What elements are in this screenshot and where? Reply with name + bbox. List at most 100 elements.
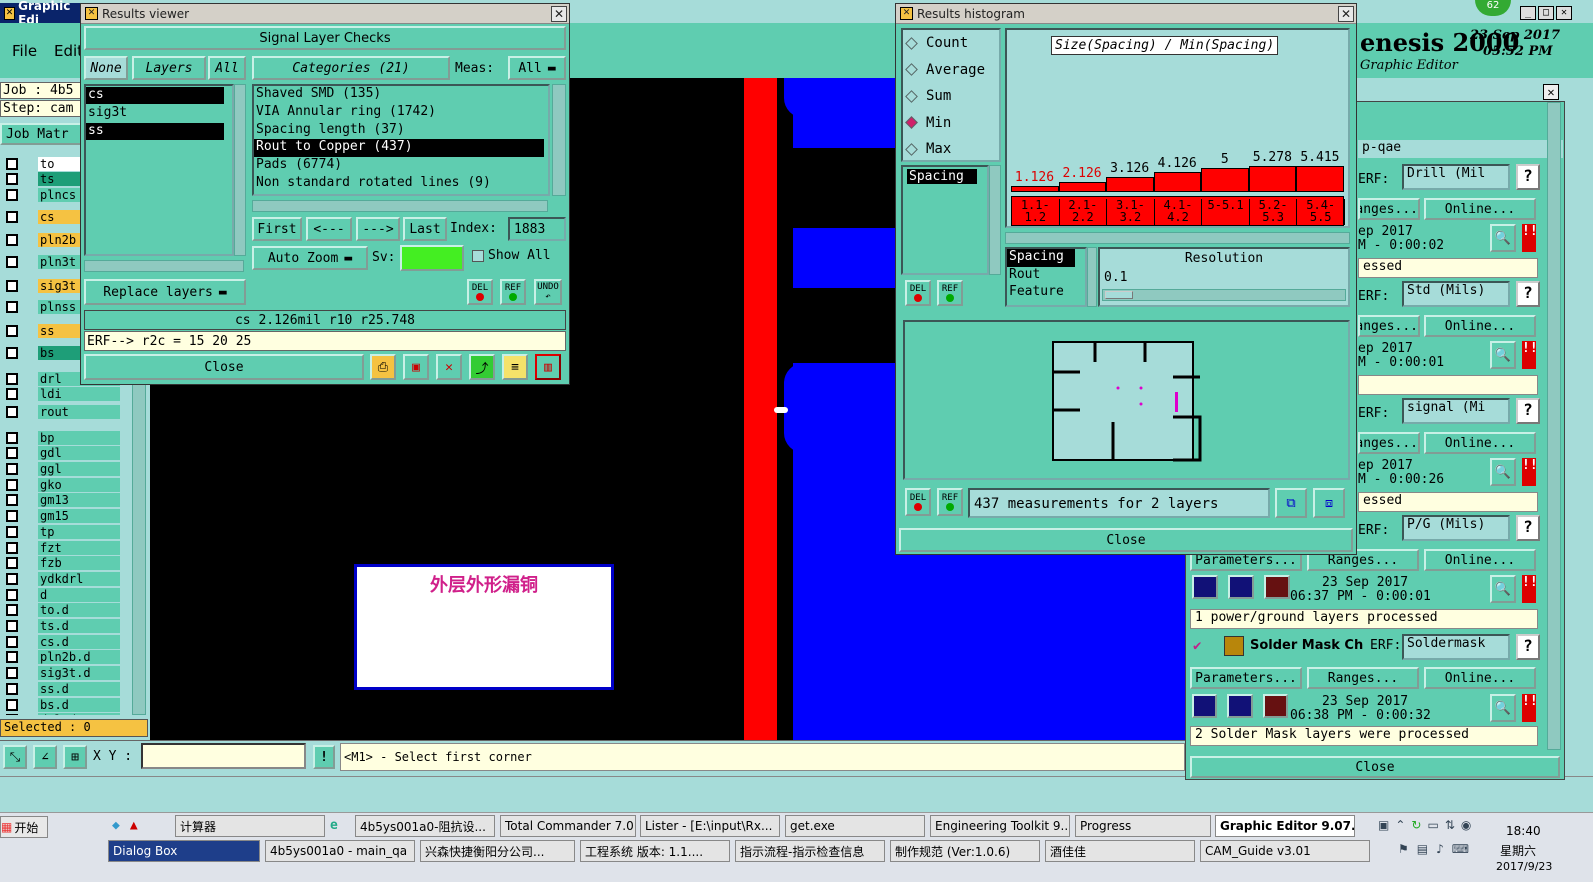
taskbar-item[interactable]: Progress: [1075, 815, 1211, 837]
layer-list-scrollbar[interactable]: [234, 84, 246, 256]
histogram-close-button[interactable]: Close: [899, 528, 1353, 552]
network-icon[interactable]: ▣: [1378, 818, 1389, 832]
category-item[interactable]: Pads (6774): [254, 157, 548, 175]
layer-row[interactable]: pln2b.d: [0, 650, 120, 665]
speaker-icon[interactable]: ♪: [1436, 842, 1444, 856]
layer-checkbox[interactable]: [6, 667, 18, 680]
category-hscroll[interactable]: [252, 200, 548, 212]
online-button[interactable]: Online...: [1424, 549, 1536, 571]
export-icon[interactable]: ⤴: [469, 354, 495, 380]
taskbar-item[interactable]: 指示流程-指示检查信息: [735, 840, 885, 862]
layer-checkbox[interactable]: [6, 405, 18, 418]
layer-result-item[interactable]: cs: [86, 87, 224, 104]
layer-row[interactable]: cs.d: [0, 634, 120, 649]
type-scrollbar[interactable]: [1087, 247, 1097, 307]
taskbar-item[interactable]: Dialog Box: [108, 840, 260, 862]
layer-checkbox[interactable]: [6, 447, 18, 460]
category-list[interactable]: Shaved SMD (135) VIA Annular ring (1742) S…: [252, 84, 550, 196]
last-button[interactable]: Last: [403, 217, 447, 241]
ie-icon[interactable]: e: [330, 818, 338, 833]
category-item[interactable]: Rout to Copper (437): [254, 139, 544, 158]
layer-checkbox[interactable]: [6, 157, 18, 170]
stat-option[interactable]: Max: [903, 136, 999, 163]
layer-checkbox[interactable]: [6, 210, 18, 223]
zoom-icon[interactable]: 🔍: [1490, 341, 1516, 369]
category-item[interactable]: Shaved SMD (135): [254, 86, 548, 104]
erf-close-button[interactable]: Close: [1190, 756, 1560, 778]
run-icon[interactable]: [1192, 575, 1218, 599]
del-button[interactable]: DEL: [467, 279, 493, 305]
layer-checkbox[interactable]: [6, 431, 18, 444]
help-button[interactable]: ?: [1516, 398, 1540, 424]
close-icon[interactable]: ✕: [1556, 6, 1572, 20]
histogram-bar[interactable]: [1201, 167, 1249, 192]
layer-checkbox[interactable]: [6, 388, 18, 401]
stat-option[interactable]: Min: [903, 110, 999, 137]
refresh-icon[interactable]: ↻: [1411, 818, 1421, 832]
next-button[interactable]: --->: [356, 217, 400, 241]
ranges-button[interactable]: Ranges...: [1358, 198, 1420, 220]
layer-checkbox[interactable]: [6, 557, 18, 570]
histogram-bar[interactable]: [1153, 171, 1202, 192]
taskbar-item[interactable]: 4b5ys001a0 - main_qa: [265, 840, 415, 862]
layer-list-hscroll[interactable]: [84, 260, 244, 272]
histogram-list-scrollbar[interactable]: [989, 165, 1001, 275]
solder-zoom-icon[interactable]: 🔍: [1490, 694, 1516, 722]
layer-checkbox[interactable]: [6, 698, 18, 711]
histogram-list-item[interactable]: Spacing: [907, 169, 977, 184]
layer-row[interactable]: gko: [0, 477, 120, 492]
layer-row[interactable]: ldi: [0, 387, 120, 402]
erf-scrollbar[interactable]: [1547, 102, 1561, 750]
layer-checkbox[interactable]: [6, 188, 18, 201]
solder-erf-select[interactable]: Soldermask: [1402, 634, 1510, 660]
layer-row[interactable]: gdl: [0, 446, 120, 461]
menu-file[interactable]: File: [12, 42, 37, 60]
erf-select[interactable]: P/G (Mils): [1402, 515, 1510, 541]
taskbar-item[interactable]: 制作规范 (Ver:1.0.6): [890, 840, 1040, 862]
solder-ranges-button[interactable]: Ranges...: [1307, 667, 1419, 689]
layer-result-item[interactable]: ss: [86, 123, 224, 140]
layer-result-list[interactable]: cs sig3t ss: [84, 84, 234, 256]
network-status-icon[interactable]: ▤: [1417, 842, 1428, 856]
layer-row[interactable]: ts.d: [0, 619, 120, 634]
layer-checkbox[interactable]: [6, 604, 18, 617]
sv-color-select[interactable]: [400, 245, 464, 271]
layer-row[interactable]: d: [0, 587, 120, 602]
notes-icon[interactable]: ≡: [502, 354, 528, 380]
stat-option[interactable]: Count: [903, 30, 999, 57]
taskbar-item[interactable]: Lister - [E:\input\Rx...: [640, 815, 780, 837]
auto-zoom-select[interactable]: Auto Zoom ▬: [252, 246, 368, 270]
stat-option[interactable]: Average: [903, 57, 999, 84]
undo-button[interactable]: UNDO ↶: [534, 279, 562, 305]
monitor-icon[interactable]: ▭: [1427, 818, 1438, 832]
layer-row[interactable]: ydkdrl: [0, 571, 120, 586]
taskbar-item[interactable]: Graphic Editor 9.07...: [1215, 815, 1355, 837]
pdf-icon[interactable]: ▲: [130, 818, 138, 838]
layer-checkbox[interactable]: [6, 301, 18, 314]
online-button[interactable]: Online...: [1424, 315, 1536, 337]
index-input[interactable]: 1883: [508, 217, 566, 241]
taskbar-item[interactable]: 工程系统 版本: 1.1....: [580, 840, 730, 862]
help-button[interactable]: ?: [1516, 281, 1540, 307]
zoom-icon[interactable]: 🔍: [1490, 224, 1516, 252]
histogram-item-list[interactable]: Spacing: [901, 165, 989, 275]
layer-checkbox[interactable]: [6, 325, 18, 338]
taskbar-item[interactable]: 兴森快捷衡阳分公司...: [420, 840, 575, 862]
layer-checkbox[interactable]: [6, 234, 18, 247]
layer-checkbox[interactable]: [6, 173, 18, 186]
taskbar-item[interactable]: Total Commander 7.0...: [500, 815, 636, 837]
erf-select[interactable]: signal (Mi: [1402, 398, 1510, 424]
alert-icon[interactable]: !!: [1522, 458, 1538, 486]
all-button[interactable]: All: [208, 56, 246, 80]
minimize-icon[interactable]: _: [1520, 6, 1536, 20]
histogram-bar[interactable]: [1106, 176, 1154, 192]
taskbar-item[interactable]: 4b5ys001a0-阻抗设...: [355, 815, 495, 837]
category-item[interactable]: VIA Annular ring (1742): [254, 104, 548, 122]
type-item[interactable]: Feature: [1007, 284, 1085, 302]
help-button[interactable]: ?: [1516, 164, 1540, 190]
meas-select[interactable]: All ▬: [508, 56, 566, 80]
layer-row[interactable]: sig3t.d: [0, 666, 120, 681]
resolution-slider[interactable]: [1102, 289, 1346, 301]
sync-icon[interactable]: ⇅: [1445, 818, 1455, 832]
layer-row[interactable]: bs.d: [0, 697, 120, 712]
